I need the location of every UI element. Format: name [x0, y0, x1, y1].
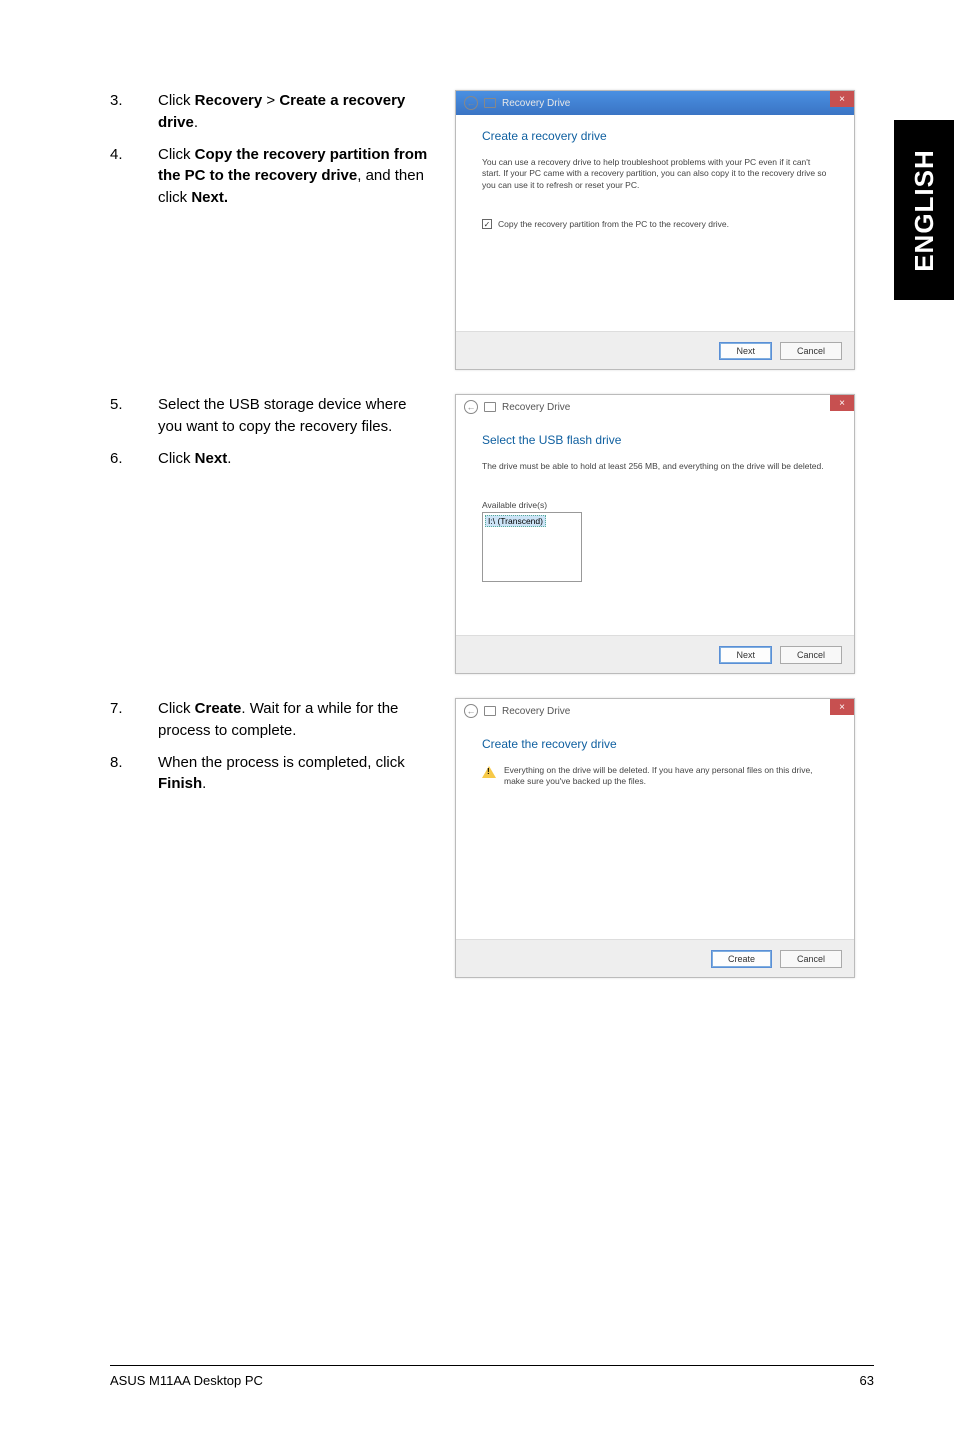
step-3-text: Click Recovery > Create a recovery drive…	[158, 90, 430, 134]
next-button[interactable]: Next	[719, 646, 772, 664]
dialog1-buttons: Next Cancel	[456, 331, 854, 369]
warning-icon	[482, 766, 496, 778]
cancel-button[interactable]: Cancel	[780, 646, 842, 664]
dialog3-warning: Everything on the drive will be deleted.…	[482, 765, 828, 788]
row-1: 3. Click Recovery > Create a recovery dr…	[110, 90, 874, 370]
checkbox-icon[interactable]: ✓	[482, 219, 492, 229]
left-col-2: 5. Select the USB storage device where y…	[110, 394, 455, 674]
close-icon[interactable]: ×	[830, 395, 854, 411]
footer-product: ASUS M11AA Desktop PC	[110, 1373, 263, 1388]
dialog2-body: Select the USB flash drive The drive mus…	[456, 419, 854, 635]
step-8: 8. When the process is completed, click …	[110, 752, 430, 796]
close-icon[interactable]: ×	[830, 91, 854, 107]
dialog1-title: Recovery Drive	[502, 98, 570, 109]
dialog2-desc: The drive must be able to hold at least …	[482, 461, 828, 472]
dialog-select-usb: × ← Recovery Drive Select the USB flash …	[455, 394, 855, 674]
back-arrow-icon[interactable]: ←	[464, 704, 478, 718]
footer-page-number: 63	[860, 1373, 874, 1388]
dialog3-body: Create the recovery drive Everything on …	[456, 723, 854, 939]
step-8-text: When the process is completed, click Fin…	[158, 752, 430, 796]
step-7-num: 7.	[110, 698, 158, 742]
step-5-num: 5.	[110, 394, 158, 438]
footer-divider	[110, 1365, 874, 1366]
available-drives-label: Available drive(s)	[482, 500, 828, 510]
dialog3-warning-text: Everything on the drive will be deleted.…	[504, 765, 828, 788]
close-icon[interactable]: ×	[830, 699, 854, 715]
step-5-text: Select the USB storage device where you …	[158, 394, 430, 438]
step-3-num: 3.	[110, 90, 158, 134]
dialog1-titlebar: ← Recovery Drive	[456, 91, 854, 115]
step-6: 6. Click Next.	[110, 448, 430, 470]
drive-icon	[484, 706, 496, 716]
right-col-3: × ← Recovery Drive Create the recovery d…	[455, 698, 855, 978]
dialog-create-recovery: × ← Recovery Drive Create a recovery dri…	[455, 90, 855, 370]
dialog2-title: Recovery Drive	[502, 402, 570, 413]
step-7: 7. Click Create. Wait for a while for th…	[110, 698, 430, 742]
dialog1-body: Create a recovery drive You can use a re…	[456, 115, 854, 331]
step-4-text: Click Copy the recovery partition from t…	[158, 144, 430, 209]
step-7-text: Click Create. Wait for a while for the p…	[158, 698, 430, 742]
cancel-button[interactable]: Cancel	[780, 950, 842, 968]
drive-icon	[484, 402, 496, 412]
drive-icon	[484, 98, 496, 108]
left-col-1: 3. Click Recovery > Create a recovery dr…	[110, 90, 455, 370]
row-2: 5. Select the USB storage device where y…	[110, 394, 874, 674]
dialog1-checkbox-label: Copy the recovery partition from the PC …	[498, 219, 729, 229]
list-item[interactable]: I:\ (Transcend)	[485, 515, 546, 527]
dialog3-title: Recovery Drive	[502, 706, 570, 717]
dialog1-desc: You can use a recovery drive to help tro…	[482, 157, 828, 191]
back-arrow-icon[interactable]: ←	[464, 400, 478, 414]
back-arrow-icon[interactable]: ←	[464, 96, 478, 110]
step-4-num: 4.	[110, 144, 158, 209]
dialog3-buttons: Create Cancel	[456, 939, 854, 977]
dialog3-heading: Create the recovery drive	[482, 737, 828, 751]
page-content: 3. Click Recovery > Create a recovery dr…	[0, 0, 954, 1340]
create-button[interactable]: Create	[711, 950, 772, 968]
cancel-button[interactable]: Cancel	[780, 342, 842, 360]
left-col-3: 7. Click Create. Wait for a while for th…	[110, 698, 455, 978]
step-3: 3. Click Recovery > Create a recovery dr…	[110, 90, 430, 134]
dialog1-checkbox-row[interactable]: ✓ Copy the recovery partition from the P…	[482, 219, 828, 229]
right-col-1: × ← Recovery Drive Create a recovery dri…	[455, 90, 855, 370]
step-6-num: 6.	[110, 448, 158, 470]
step-5: 5. Select the USB storage device where y…	[110, 394, 430, 438]
dialog-create-drive: × ← Recovery Drive Create the recovery d…	[455, 698, 855, 978]
step-4: 4. Click Copy the recovery partition fro…	[110, 144, 430, 209]
dialog2-buttons: Next Cancel	[456, 635, 854, 673]
step-6-text: Click Next.	[158, 448, 430, 470]
next-button[interactable]: Next	[719, 342, 772, 360]
step-8-num: 8.	[110, 752, 158, 796]
dialog1-heading: Create a recovery drive	[482, 129, 828, 143]
dialog2-titlebar: ← Recovery Drive	[456, 395, 854, 419]
available-drives-list[interactable]: I:\ (Transcend)	[482, 512, 582, 582]
right-col-2: × ← Recovery Drive Select the USB flash …	[455, 394, 855, 674]
row-3: 7. Click Create. Wait for a while for th…	[110, 698, 874, 978]
dialog2-heading: Select the USB flash drive	[482, 433, 828, 447]
dialog3-titlebar: ← Recovery Drive	[456, 699, 854, 723]
